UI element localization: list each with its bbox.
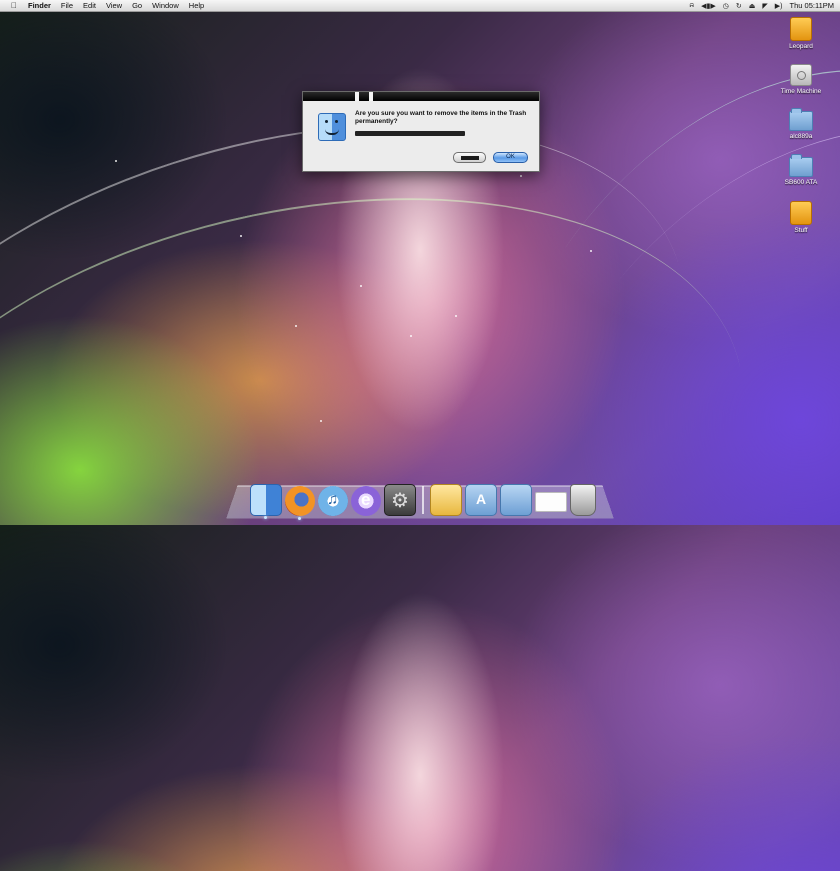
media-controls-icon[interactable]: ◀▮▶	[701, 2, 716, 10]
star	[320, 420, 322, 422]
dock-documents-folder-icon[interactable]	[500, 484, 532, 516]
time-machine-icon[interactable]: ◷	[723, 2, 729, 10]
dock-folder-icon[interactable]	[430, 484, 462, 516]
dialog-titlebar[interactable]	[303, 92, 539, 101]
menu-file[interactable]: File	[61, 1, 73, 10]
dock-finder-icon[interactable]	[250, 484, 282, 519]
dock-app-icon[interactable]	[351, 486, 381, 516]
airport-icon[interactable]: ◤	[762, 2, 767, 10]
blue-folder-icon	[789, 154, 813, 177]
time-machine-drive-icon	[790, 64, 812, 86]
dock-system-preferences-icon[interactable]	[384, 484, 416, 516]
blue-folder-icon	[789, 108, 813, 131]
desktop-icon-stuff[interactable]: Stuff	[771, 201, 831, 234]
running-indicator	[298, 517, 301, 520]
headphones-icon[interactable]: ⍾	[690, 2, 695, 10]
menu-bar:  Finder File Edit View Go Window Help ⍾…	[0, 0, 840, 12]
desktop-icon-alc889a[interactable]: alc889a	[771, 108, 831, 140]
desktop-icon-sb600-ata[interactable]: SB600 ATA	[771, 154, 831, 186]
star	[590, 250, 592, 252]
dock-itunes-icon[interactable]	[318, 486, 348, 516]
menu-go[interactable]: Go	[132, 1, 142, 10]
volume-icon[interactable]: ▶)	[775, 2, 783, 10]
desktop-icon-label: alc889a	[789, 133, 813, 140]
eject-icon[interactable]: ⏏	[749, 2, 756, 10]
menu-app-finder[interactable]: Finder	[28, 1, 51, 10]
menu-extras: ⍾ ◀▮▶ ◷ ↻ ⏏ ◤ ▶) Thu 05:11PM	[690, 0, 834, 11]
dialog-informative-text	[355, 131, 465, 136]
desktop-icon-label: SB600 ATA	[784, 179, 818, 186]
menu-clock[interactable]: Thu 05:11PM	[790, 1, 834, 10]
dock-separator	[422, 486, 424, 514]
running-indicator	[264, 516, 267, 519]
orange-drive-icon	[790, 17, 812, 41]
star	[360, 285, 362, 287]
sync-icon[interactable]: ↻	[736, 2, 742, 10]
cancel-button[interactable]	[453, 152, 486, 163]
star	[115, 160, 117, 162]
star	[295, 325, 297, 327]
dock-firefox-icon[interactable]	[285, 486, 315, 520]
menu-view[interactable]: View	[106, 1, 122, 10]
dock-trash-icon[interactable]	[570, 484, 596, 516]
star	[410, 335, 412, 337]
star	[520, 175, 522, 177]
menu-window[interactable]: Window	[152, 1, 179, 10]
empty-trash-dialog: Are you sure you want to remove the item…	[302, 91, 540, 172]
cancel-button-label	[460, 156, 479, 160]
ok-button[interactable]: OK	[493, 152, 528, 163]
star	[455, 315, 457, 317]
finder-icon	[318, 113, 346, 141]
star	[240, 235, 242, 237]
desktop-icon-label: Stuff	[794, 227, 808, 234]
dialog-message: Are you sure you want to remove the item…	[355, 110, 527, 125]
titlebar-artifact	[369, 92, 373, 101]
dock-applications-folder-icon[interactable]	[465, 484, 497, 516]
desktop-icon-label: Time Machine	[780, 88, 822, 95]
dock	[250, 482, 599, 520]
orange-drive-icon	[790, 201, 812, 225]
menu-edit[interactable]: Edit	[83, 1, 96, 10]
titlebar-artifact	[355, 92, 359, 101]
desktop-icon-time-machine[interactable]: Time Machine	[771, 64, 831, 95]
desktop-icon-leopard[interactable]: Leopard	[771, 17, 831, 50]
apple-icon[interactable]: 	[6, 1, 22, 10]
dock-minimized-window-icon[interactable]	[535, 492, 567, 512]
desktop-icon-label: Leopard	[789, 43, 813, 50]
menu-help[interactable]: Help	[189, 1, 204, 10]
